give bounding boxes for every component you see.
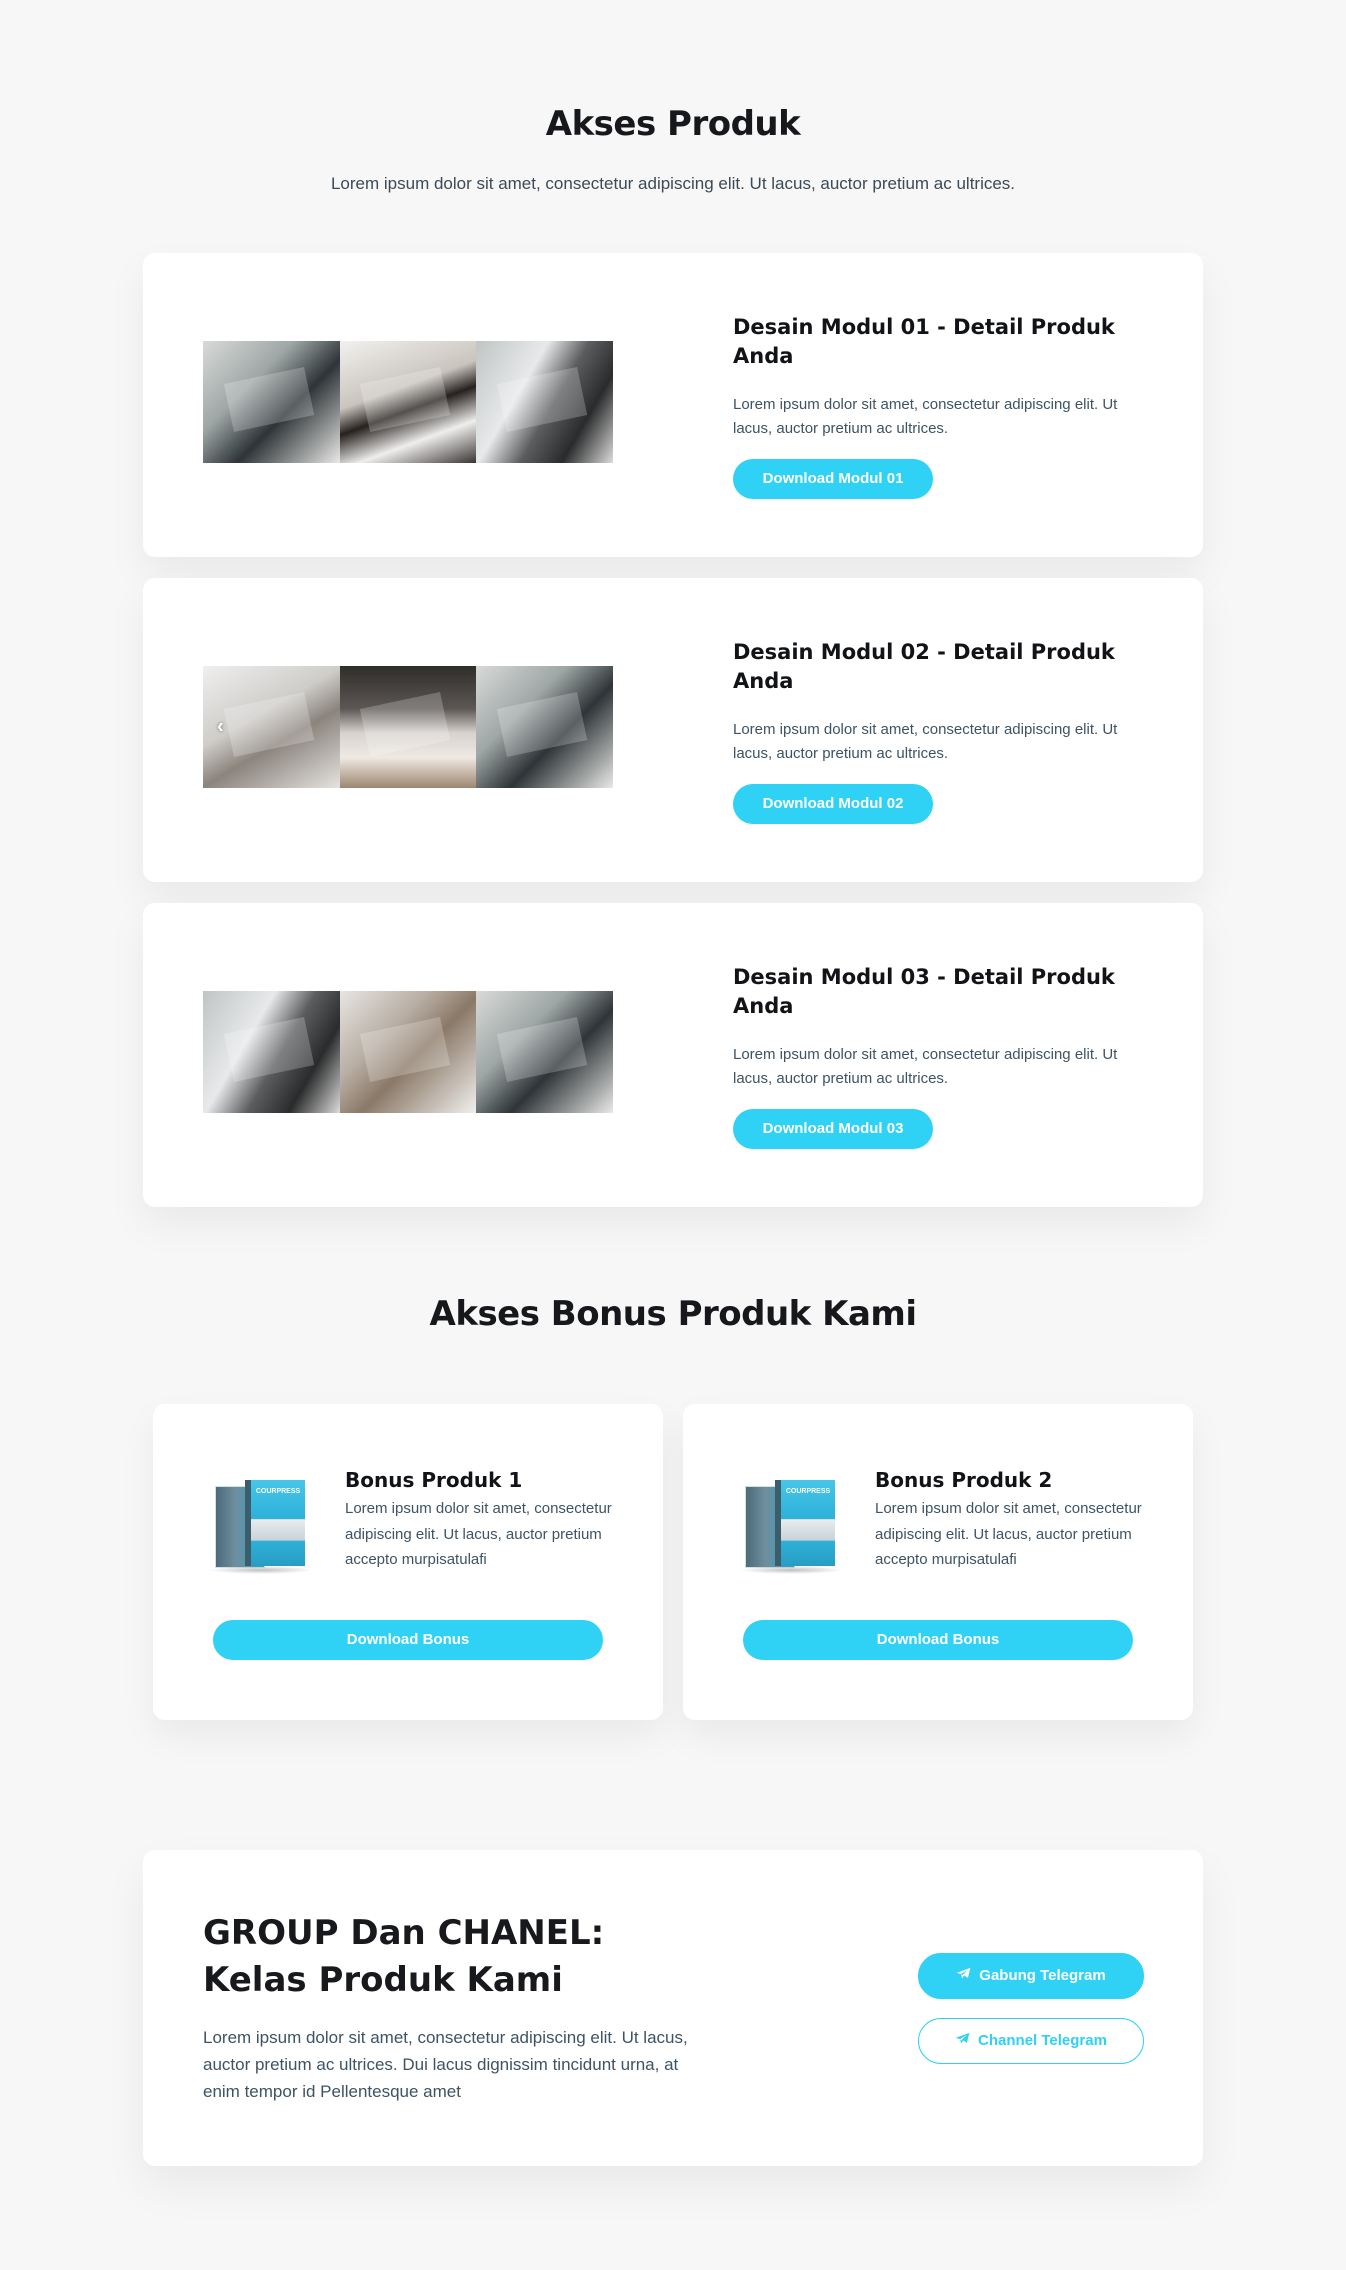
product-box-image: COURPRESS xyxy=(739,1480,843,1574)
group-channel-card: GROUP Dan CHANEL: Kelas Produk Kami Lore… xyxy=(143,1850,1203,2166)
page-title: Akses Produk xyxy=(545,104,801,144)
download-bonus-2-button[interactable]: Download Bonus xyxy=(743,1620,1133,1660)
gallery-image xyxy=(203,991,340,1113)
module-card-02: ‹ Desain Modul 02 - Detail Produk Anda L… xyxy=(143,578,1203,882)
download-module-02-button[interactable]: Download Modul 02 xyxy=(733,784,933,824)
join-telegram-button[interactable]: Gabung Telegram xyxy=(918,1953,1144,1999)
bonus-card-1: COURPRESS Bonus Produk 1 Lorem ipsum dol… xyxy=(153,1404,663,1720)
gallery-image xyxy=(476,341,614,463)
gallery-image xyxy=(476,666,614,788)
telegram-icon xyxy=(955,2019,970,2063)
channel-telegram-label: Channel Telegram xyxy=(978,2032,1107,2049)
bonus-title: Bonus Produk 1 xyxy=(345,1468,523,1492)
gallery-image xyxy=(203,341,340,463)
module-description: Lorem ipsum dolor sit amet, consectetur … xyxy=(733,396,1118,437)
gallery-image xyxy=(339,666,477,788)
download-bonus-1-button[interactable]: Download Bonus xyxy=(213,1620,603,1660)
gallery-image xyxy=(339,991,477,1113)
product-box-image: COURPRESS xyxy=(209,1480,313,1574)
page-subtitle: Lorem ipsum dolor sit amet, consectetur … xyxy=(330,174,1016,193)
gallery-image xyxy=(339,341,477,463)
bonus-section-title: Akses Bonus Produk Kami xyxy=(429,1294,917,1334)
bonus-description: Lorem ipsum dolor sit amet, consectetur … xyxy=(875,1500,1142,1568)
bonus-title: Bonus Produk 2 xyxy=(875,1468,1053,1492)
group-description: Lorem ipsum dolor sit amet, consectetur … xyxy=(203,2028,688,2101)
module-card-01: Desain Modul 01 - Detail Produk Anda Lor… xyxy=(143,253,1203,557)
module-image-gallery[interactable] xyxy=(203,991,614,1113)
download-module-01-button[interactable]: Download Modul 01 xyxy=(733,459,933,499)
module-title: Desain Modul 03 - Detail Produk Anda xyxy=(733,965,1115,1018)
bonus-description: Lorem ipsum dolor sit amet, consectetur … xyxy=(345,1500,612,1568)
module-title: Desain Modul 02 - Detail Produk Anda xyxy=(733,640,1115,693)
module-description: Lorem ipsum dolor sit amet, consectetur … xyxy=(733,1046,1118,1087)
gallery-image xyxy=(476,991,614,1113)
module-description: Lorem ipsum dolor sit amet, consectetur … xyxy=(733,721,1118,762)
channel-telegram-button[interactable]: Channel Telegram xyxy=(918,2018,1144,2064)
join-telegram-label: Gabung Telegram xyxy=(979,1967,1106,1984)
carousel-prev-icon[interactable]: ‹ xyxy=(217,716,224,739)
module-card-03: Desain Modul 03 - Detail Produk Anda Lor… xyxy=(143,903,1203,1207)
module-title: Desain Modul 01 - Detail Produk Anda xyxy=(733,315,1115,368)
module-image-gallery[interactable]: ‹ xyxy=(203,666,614,788)
group-title-line2: Kelas Produk Kami xyxy=(203,1960,563,2000)
telegram-icon xyxy=(956,1954,971,1998)
module-image-gallery[interactable] xyxy=(203,341,614,463)
group-title: GROUP Dan CHANEL: Kelas Produk Kami xyxy=(203,1910,763,2004)
download-module-03-button[interactable]: Download Modul 03 xyxy=(733,1109,933,1149)
gallery-image: ‹ xyxy=(203,666,340,788)
bonus-card-2: COURPRESS Bonus Produk 2 Lorem ipsum dol… xyxy=(683,1404,1193,1720)
group-title-line1: GROUP Dan CHANEL: xyxy=(203,1913,605,1953)
